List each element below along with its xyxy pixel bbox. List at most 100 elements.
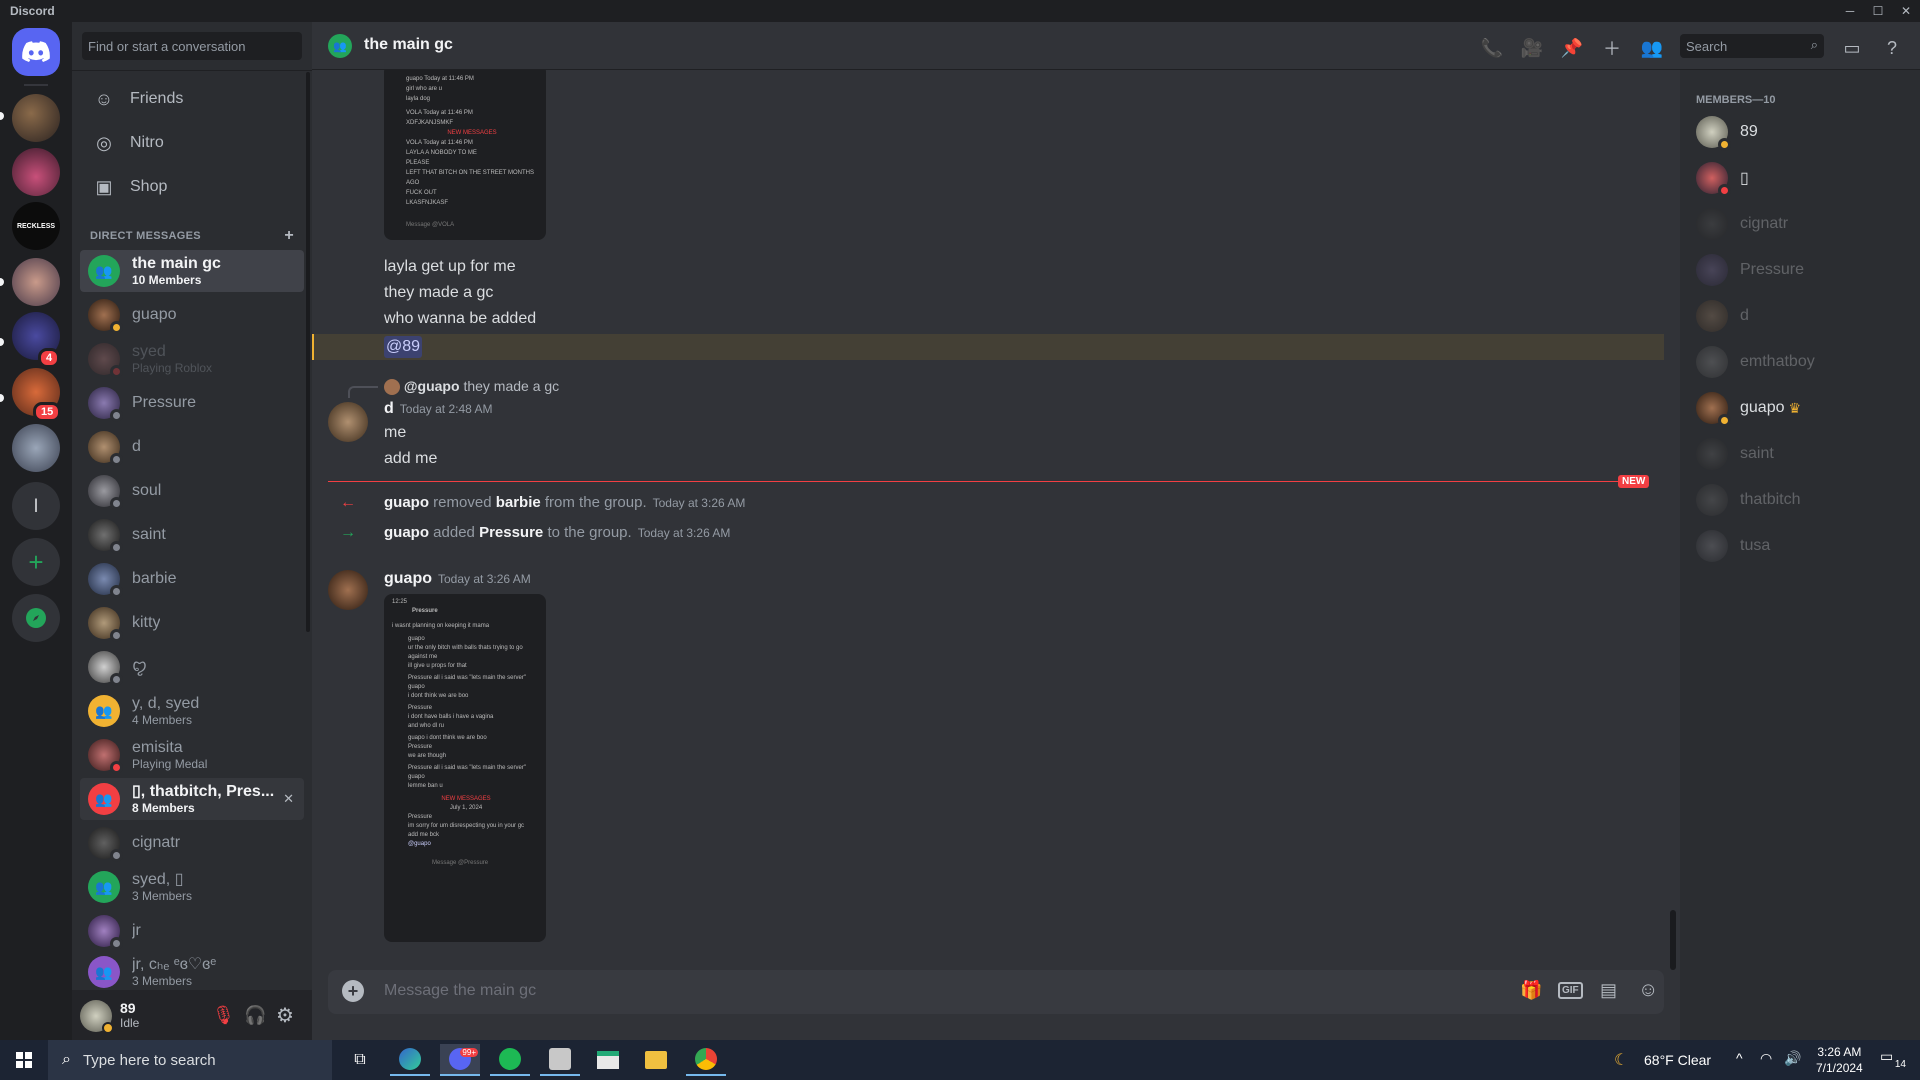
server-icon-2[interactable] bbox=[12, 148, 60, 196]
spotify-icon[interactable] bbox=[490, 1044, 530, 1076]
server-icon-3[interactable]: RECKLESS bbox=[12, 202, 60, 250]
weather-text[interactable]: 68°F Clear bbox=[1644, 1052, 1711, 1068]
app-icon[interactable] bbox=[540, 1044, 580, 1076]
member-box[interactable]: ▯ bbox=[1688, 156, 1912, 200]
image-attachment-1[interactable]: guapo Today at 11:46 PM girl who are u lay… bbox=[384, 70, 546, 240]
headphones-icon[interactable]: 🎧 bbox=[244, 1005, 266, 1026]
dm-item-kitty[interactable]: kitty bbox=[80, 602, 304, 644]
gift-icon[interactable]: 🎁 bbox=[1520, 980, 1542, 1001]
dm-item-cignatr[interactable]: cignatr bbox=[80, 822, 304, 864]
voice-call-icon[interactable]: 📞 bbox=[1480, 36, 1504, 60]
discord-taskbar-icon[interactable]: 99+ bbox=[440, 1044, 480, 1076]
dm-item-group-y-d-syed[interactable]: 👥 y, d, syed 4 Members bbox=[80, 690, 304, 732]
windows-taskbar: ⌕ Type here to search ⧉ 99+ ☾ 68°F Clear… bbox=[0, 1040, 1920, 1080]
author-name[interactable]: d bbox=[384, 400, 394, 417]
add-server-button[interactable]: + bbox=[12, 538, 60, 586]
dm-item-syed[interactable]: syed Playing Roblox bbox=[80, 338, 304, 380]
file-explorer-icon[interactable] bbox=[636, 1044, 676, 1076]
sticker-icon[interactable]: ▤ bbox=[1600, 980, 1617, 1001]
discord-home-button[interactable] bbox=[12, 28, 60, 76]
create-dm-button[interactable]: + bbox=[284, 227, 294, 245]
close-dm-button[interactable]: ✕ bbox=[283, 791, 294, 807]
header-search-input[interactable]: Search ⌕ bbox=[1680, 34, 1824, 58]
member-emthatboy[interactable]: emthatboy bbox=[1688, 340, 1912, 384]
sidebar-scrollbar[interactable] bbox=[306, 72, 310, 632]
nav-nitro[interactable]: ◎ Nitro bbox=[80, 122, 304, 164]
nav-friends[interactable]: ☺ Friends bbox=[80, 78, 304, 120]
close-icon[interactable]: ✕ bbox=[1892, 0, 1920, 22]
server-icon-l[interactable]: l bbox=[12, 482, 60, 530]
help-icon[interactable]: ? bbox=[1880, 36, 1904, 60]
settings-gear-icon[interactable]: ⚙ bbox=[276, 1003, 294, 1028]
mic-muted-icon[interactable]: 🎙 bbox=[212, 1005, 235, 1026]
start-button[interactable] bbox=[4, 1044, 44, 1076]
system-target[interactable]: barbie bbox=[496, 494, 541, 511]
member-guapo[interactable]: guapo ♛ bbox=[1688, 386, 1912, 430]
server-icon-7[interactable] bbox=[12, 424, 60, 472]
window-app-icon[interactable] bbox=[588, 1044, 628, 1076]
dm-item-emisita[interactable]: emisita Playing Medal bbox=[80, 734, 304, 776]
server-icon-4[interactable] bbox=[12, 258, 60, 306]
dm-search-input[interactable]: Find or start a conversation bbox=[82, 32, 302, 60]
inbox-icon[interactable]: ▭ bbox=[1840, 36, 1864, 60]
message-input[interactable]: Message the main gc bbox=[384, 982, 536, 1000]
user-mention[interactable]: @89 bbox=[384, 336, 423, 358]
user-avatar[interactable] bbox=[80, 1000, 114, 1034]
task-view-icon[interactable]: ⧉ bbox=[340, 1044, 380, 1076]
notification-center-icon[interactable]: ▭ 14 bbox=[1880, 1048, 1906, 1070]
message-line: me bbox=[384, 424, 407, 441]
dm-item-heart[interactable]: ꨄ bbox=[80, 646, 304, 688]
discover-button[interactable] bbox=[12, 594, 60, 642]
dm-item-pressure[interactable]: Pressure bbox=[80, 382, 304, 424]
chrome-icon[interactable] bbox=[686, 1044, 726, 1076]
edge-icon[interactable] bbox=[390, 1044, 430, 1076]
author-avatar[interactable] bbox=[328, 402, 368, 442]
dm-item-guapo[interactable]: guapo bbox=[80, 294, 304, 336]
wifi-icon[interactable]: ◠ bbox=[1760, 1050, 1772, 1067]
shot1-text: guapo Today at 11:46 PM girl who are u lay… bbox=[406, 76, 535, 228]
maximize-icon[interactable]: ☐ bbox=[1864, 0, 1892, 22]
pinned-messages-icon[interactable]: 📌 bbox=[1560, 36, 1584, 60]
minimize-icon[interactable]: ─ bbox=[1836, 0, 1864, 22]
member-saint[interactable]: saint bbox=[1688, 432, 1912, 476]
image-attachment-2[interactable]: 12:25 Pressure i wasnt planning on keeping… bbox=[384, 594, 546, 942]
gif-icon[interactable]: GIF bbox=[1558, 982, 1583, 999]
dm-item-the-main-gc[interactable]: 👥 the main gc 10 Members bbox=[80, 250, 304, 292]
author-name[interactable]: guapo bbox=[384, 570, 432, 587]
system-actor[interactable]: guapo bbox=[384, 524, 429, 541]
avatar bbox=[1696, 484, 1728, 516]
volume-icon[interactable]: 🔊 bbox=[1784, 1050, 1801, 1067]
reply-preview[interactable]: @guapo they made a gc bbox=[384, 378, 559, 396]
dm-item-group-syed[interactable]: 👥 syed, ▯ 3 Members bbox=[80, 866, 304, 908]
member-d[interactable]: d bbox=[1688, 294, 1912, 338]
dm-item-d[interactable]: d bbox=[80, 426, 304, 468]
member-cignatr[interactable]: cignatr bbox=[1688, 202, 1912, 246]
system-actor[interactable]: guapo bbox=[384, 494, 429, 511]
attach-plus-icon[interactable]: + bbox=[342, 980, 364, 1002]
system-target[interactable]: Pressure bbox=[479, 524, 543, 541]
member-thatbitch[interactable]: thatbitch bbox=[1688, 478, 1912, 522]
dm-item-saint[interactable]: saint bbox=[80, 514, 304, 556]
taskbar-search-input[interactable]: ⌕ Type here to search bbox=[48, 1040, 332, 1080]
author-avatar[interactable] bbox=[328, 570, 368, 610]
member-pressure[interactable]: Pressure bbox=[1688, 248, 1912, 292]
video-call-icon[interactable]: 🎥 bbox=[1520, 36, 1544, 60]
nav-shop[interactable]: ▣ Shop bbox=[80, 166, 304, 208]
clock[interactable]: 3:26 AM 7/1/2024 bbox=[1816, 1044, 1863, 1076]
dm-item-jr[interactable]: jr bbox=[80, 910, 304, 952]
member-list-icon[interactable]: 👥 bbox=[1640, 36, 1664, 60]
dm-item-group-thatbitch[interactable]: 👥 ▯, thatbitch, Pres... 8 Members ✕ bbox=[80, 778, 304, 820]
add-friends-icon[interactable]: ＋ bbox=[1600, 36, 1624, 60]
member-tusa[interactable]: tusa bbox=[1688, 524, 1912, 568]
status-offline-icon bbox=[110, 629, 123, 642]
member-89[interactable]: 89 bbox=[1688, 110, 1912, 154]
emoji-icon[interactable]: ☺ bbox=[1638, 979, 1658, 1002]
chat-scrollbar[interactable] bbox=[1670, 910, 1676, 970]
dm-item-barbie[interactable]: barbie bbox=[80, 558, 304, 600]
dm-item-soul[interactable]: soul bbox=[80, 470, 304, 512]
server-icon-1[interactable] bbox=[12, 94, 60, 142]
weather-moon-icon[interactable]: ☾ bbox=[1614, 1050, 1628, 1070]
tray-chevron-icon[interactable]: ^ bbox=[1736, 1050, 1743, 1066]
avatar bbox=[1696, 392, 1731, 427]
dm-item-group-jr[interactable]: 👥 jr, ᴄₕₑ ᵉɞ♡ɞᵉ 3 Members bbox=[80, 954, 304, 990]
